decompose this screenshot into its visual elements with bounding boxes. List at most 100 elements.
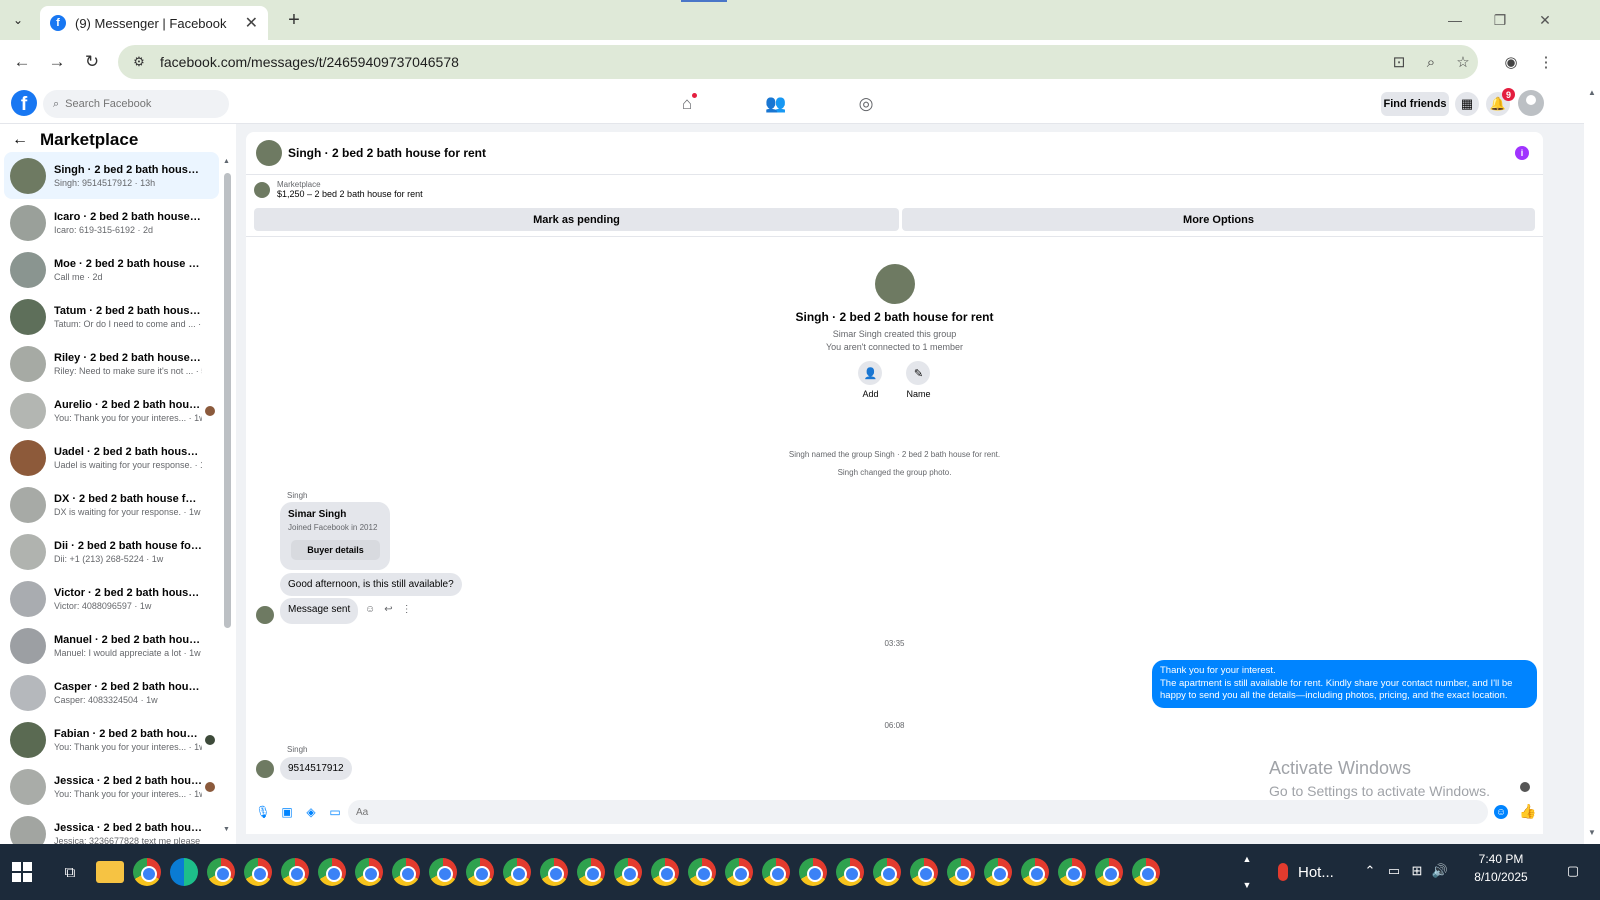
conversation-item[interactable]: Aurelio · 2 bed 2 bath house ... You: Tha…	[4, 387, 219, 434]
network-icon[interactable]: ⊞	[1408, 862, 1426, 880]
chrome-browser-icon[interactable]	[318, 858, 346, 886]
chrome-browser-icon[interactable]	[910, 858, 938, 886]
facebook-search[interactable]: ⌕	[43, 90, 229, 118]
file-explorer-icon[interactable]	[96, 861, 124, 883]
chrome-browser-icon[interactable]	[207, 858, 235, 886]
thumbs-up-icon[interactable]: 👍	[1519, 803, 1536, 819]
chrome-browser-icon[interactable]	[244, 858, 272, 886]
chrome-browser-icon[interactable]	[133, 858, 161, 886]
gif-icon[interactable]: ▭	[328, 805, 342, 819]
conversation-item[interactable]: Victor · 2 bed 2 bath house for ...Victo…	[4, 575, 219, 622]
message-input[interactable]	[356, 806, 1456, 818]
bookmark-star-icon[interactable]: ☆	[1451, 50, 1475, 74]
meet-icon[interactable]: ▭	[1385, 862, 1403, 880]
chrome-browser-icon[interactable]	[540, 858, 568, 886]
conversation-item[interactable]: Tatum · 2 bed 2 bath house for ...Tatum:…	[4, 293, 219, 340]
chrome-browser-icon[interactable]	[836, 858, 864, 886]
chrome-browser-icon[interactable]	[281, 858, 309, 886]
add-member-button[interactable]: 👤 Add	[858, 361, 883, 399]
conversation-item[interactable]: Uadel · 2 bed 2 bath house for ...Uadel …	[4, 434, 219, 481]
photo-icon[interactable]: ▣	[280, 805, 294, 819]
back-arrow-icon[interactable]: ←	[12, 131, 28, 149]
reload-icon[interactable]: ↻	[80, 50, 104, 74]
address-bar[interactable]: ⚙ facebook.com/messages/t/24659409737046…	[118, 45, 1478, 79]
more-options-button[interactable]: More Options	[902, 208, 1535, 231]
conversation-item[interactable]: Fabian · 2 bed 2 bath house f... You: Tha…	[4, 716, 219, 763]
conversation-item[interactable]: Riley · 2 bed 2 bath house for r...Riley…	[4, 340, 219, 387]
account-avatar[interactable]	[1518, 90, 1544, 116]
conversation-item[interactable]: Casper · 2 bed 2 bath house for...Casper…	[4, 669, 219, 716]
sticker-icon[interactable]: ◈	[304, 805, 318, 819]
volume-icon[interactable]: 🔊	[1431, 862, 1449, 880]
reply-icon[interactable]: ↩	[384, 604, 392, 615]
page-scroll-up-icon[interactable]: ▲	[1588, 88, 1596, 97]
page-scroll-down-icon[interactable]: ▼	[1588, 828, 1596, 837]
chrome-browser-icon[interactable]	[392, 858, 420, 886]
sender-avatar[interactable]	[256, 760, 274, 778]
chrome-browser-icon[interactable]	[799, 858, 827, 886]
search-input[interactable]	[65, 98, 216, 110]
name-group-button[interactable]: ✎ Name	[906, 361, 931, 399]
conversation-item[interactable]: Manuel · 2 bed 2 bath house fo...Manuel:…	[4, 622, 219, 669]
conversation-item[interactable]: Icaro · 2 bed 2 bath house for r...Icaro…	[4, 199, 219, 246]
scrollbar-thumb[interactable]	[224, 173, 231, 628]
chrome-browser-icon[interactable]	[762, 858, 790, 886]
chrome-browser-icon[interactable]	[984, 858, 1012, 886]
taskbar-clock[interactable]: 7:40 PM 8/10/2025	[1456, 850, 1546, 886]
profile-icon[interactable]: ◉	[1499, 50, 1523, 74]
task-view-icon[interactable]: ⧉	[60, 862, 80, 882]
chrome-browser-icon[interactable]	[466, 858, 494, 886]
chrome-browser-icon[interactable]	[355, 858, 383, 886]
chrome-browser-icon[interactable]	[688, 858, 716, 886]
window-close-icon[interactable]: ✕	[1530, 8, 1560, 32]
address-url[interactable]: facebook.com/messages/t/2465940973704657…	[160, 54, 459, 70]
back-arrow-icon[interactable]: ←	[10, 50, 34, 74]
page-scrollbar[interactable]: ▲ ▼	[1584, 84, 1600, 844]
notification-center-icon[interactable]: ▢	[1564, 862, 1582, 880]
microphone-icon[interactable]: 🎙	[255, 805, 270, 819]
facebook-logo-icon[interactable]: f	[11, 90, 37, 116]
minimize-icon[interactable]: —	[1440, 8, 1470, 32]
conversation-item[interactable]: DX · 2 bed 2 bath house for rentDX is wa…	[4, 481, 219, 528]
edge-browser-icon[interactable]	[170, 858, 198, 886]
menu-grid-icon[interactable]: ▦	[1455, 92, 1479, 116]
buyer-details-button[interactable]: Buyer details	[291, 540, 380, 560]
chrome-browser-icon[interactable]	[577, 858, 605, 886]
chrome-browser-icon[interactable]	[1058, 858, 1086, 886]
more-dots-icon[interactable]: ⋮	[402, 604, 412, 615]
tab-close-icon[interactable]: ✕	[245, 13, 258, 33]
chrome-browser-icon[interactable]	[1132, 858, 1160, 886]
group-avatar[interactable]	[256, 140, 282, 166]
browser-tab-messenger[interactable]: f (9) Messenger | Facebook ✕	[40, 6, 268, 40]
listing-banner[interactable]: Marketplace $1,250 – 2 bed 2 bath house …	[254, 180, 423, 199]
forward-arrow-icon[interactable]: →	[45, 50, 69, 74]
chrome-browser-icon[interactable]	[947, 858, 975, 886]
conversation-item[interactable]: Jessica · 2 bed 2 bath house ... You: Tha…	[4, 763, 219, 810]
message-input-box[interactable]	[348, 800, 1488, 824]
zoom-icon[interactable]: ⌕	[1419, 50, 1443, 74]
sidebar-scrollbar[interactable]: ▲ ▼	[223, 158, 231, 834]
chat-title[interactable]: Singh · 2 bed 2 bath house for rent	[288, 146, 486, 160]
react-smiley-icon[interactable]: ☺	[365, 604, 375, 615]
chrome-browser-icon[interactable]	[614, 858, 642, 886]
tray-chevron-icon[interactable]: ⌃	[1361, 862, 1379, 880]
groups-icon[interactable]: ◎	[854, 92, 878, 116]
friends-icon[interactable]: 👥	[764, 92, 788, 116]
windows-start-icon[interactable]	[12, 862, 32, 882]
chrome-browser-icon[interactable]	[429, 858, 457, 886]
taskbar-overflow-arrows[interactable]: ▲ ▼	[1240, 846, 1254, 898]
mark-as-pending-button[interactable]: Mark as pending	[254, 208, 899, 231]
outgoing-message[interactable]: Thank you for your interest. The apartme…	[1152, 660, 1537, 708]
incoming-message[interactable]: Good afternoon, is this still available?	[280, 573, 462, 596]
chrome-browser-icon[interactable]	[873, 858, 901, 886]
install-app-icon[interactable]: ⊡	[1387, 50, 1411, 74]
emoji-icon[interactable]: ☺	[1494, 805, 1508, 819]
scroll-down-icon[interactable]: ▼	[223, 826, 230, 833]
site-info-icon[interactable]: ⚙	[130, 53, 148, 71]
conversation-item[interactable]: Dii · 2 bed 2 bath house for rentDii: +1…	[4, 528, 219, 575]
tab-search-chevron-icon[interactable]: ⌄	[6, 8, 30, 32]
notifications-bell-icon[interactable]: 🔔 9	[1486, 88, 1515, 116]
chrome-browser-icon[interactable]	[725, 858, 753, 886]
find-friends-button[interactable]: Find friends	[1381, 92, 1449, 116]
chrome-browser-icon[interactable]	[503, 858, 531, 886]
